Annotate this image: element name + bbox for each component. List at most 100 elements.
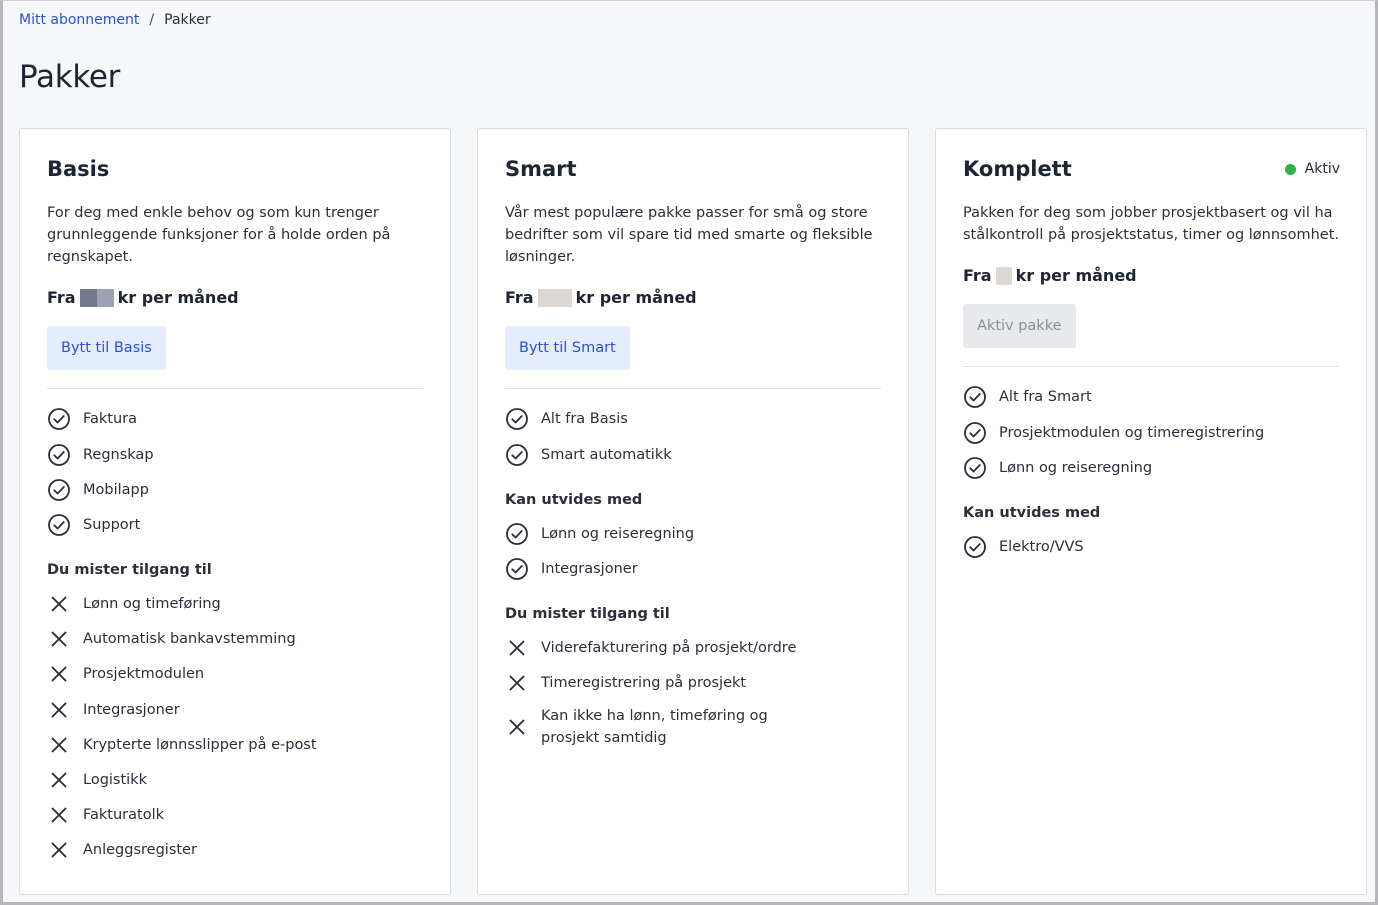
check-circle-icon xyxy=(48,514,70,536)
extend-label: Elektro/VVS xyxy=(999,539,1084,555)
lost-item: Lønn og timeføring xyxy=(47,592,427,616)
feature-item: Mobilapp xyxy=(47,478,427,502)
lost-item: Krypterte lønnsslipper på e-post xyxy=(47,733,427,757)
lost-item: Viderefakturering på prosjekt/ordre xyxy=(505,636,885,660)
feature-item: Faktura xyxy=(47,407,427,431)
check-circle-icon xyxy=(48,479,70,501)
extend-item: Elektro/VVS xyxy=(963,535,1343,559)
plan-card-smart: Smart Vår mest populære pakke passer for… xyxy=(477,128,909,895)
x-icon xyxy=(51,737,67,753)
lost-label: Prosjektmodulen xyxy=(83,666,205,682)
lost-access-heading: Du mister tilgang til xyxy=(505,606,670,622)
feature-item: Alt fra Smart xyxy=(963,385,1343,409)
check-circle-icon xyxy=(506,444,528,466)
extend-item: Integrasjoner xyxy=(505,557,885,581)
feature-label: Regnskap xyxy=(83,447,154,463)
divider xyxy=(47,388,423,389)
price-redacted xyxy=(79,288,114,307)
status-label: Aktiv xyxy=(1304,161,1340,177)
switch-to-basis-button[interactable]: Bytt til Basis xyxy=(47,326,166,370)
check-circle-icon xyxy=(506,523,528,545)
feature-label: Support xyxy=(83,517,141,533)
divider xyxy=(963,366,1339,367)
feature-label: Alt fra Basis xyxy=(541,411,628,427)
x-icon xyxy=(51,807,67,823)
feature-label: Prosjektmodulen og timeregistrering xyxy=(999,425,1265,441)
x-icon xyxy=(51,772,67,788)
lost-label: Viderefakturering på prosjekt/ordre xyxy=(541,640,797,656)
status-badge: Aktiv xyxy=(1284,161,1340,177)
x-icon xyxy=(51,666,67,682)
plan-card-komplett: Komplett Aktiv Pakken for deg som jobber… xyxy=(935,128,1367,895)
lost-label: Timeregistrering på prosjekt xyxy=(541,675,747,691)
plan-price: Fra kr per måned xyxy=(505,288,697,307)
app-window: Mitt abonnement / Pakker Pakker Basis Fo… xyxy=(0,0,1378,905)
lost-label: Logistikk xyxy=(83,772,147,788)
price-redacted xyxy=(537,288,572,307)
feature-label: Smart automatikk xyxy=(541,447,672,463)
x-icon xyxy=(51,702,67,718)
lost-label: Krypterte lønnsslipper på e-post xyxy=(83,737,317,753)
plan-price: Fra kr per måned xyxy=(47,288,239,307)
divider xyxy=(505,388,881,389)
check-circle-icon xyxy=(48,444,70,466)
extend-label: Integrasjoner xyxy=(541,561,638,577)
feature-item: Lønn og reiseregning xyxy=(963,456,1343,480)
x-icon xyxy=(51,631,67,647)
breadcrumb-link-subscription[interactable]: Mitt abonnement xyxy=(19,12,139,28)
check-circle-icon xyxy=(964,536,986,558)
switch-to-smart-button[interactable]: Bytt til Smart xyxy=(505,326,630,370)
plan-description: Vår mest populære pakke passer for små o… xyxy=(505,205,873,265)
check-circle-icon xyxy=(964,422,986,444)
lost-item: Automatisk bankavstemming xyxy=(47,627,427,651)
lost-item: Fakturatolk xyxy=(47,803,427,827)
price-prefix: Fra xyxy=(505,288,534,307)
feature-item: Prosjektmodulen og timeregistrering xyxy=(963,421,1343,445)
lost-item: Integrasjoner xyxy=(47,698,427,722)
lost-item: Kan ikke ha lønn, timeføring og prosjekt… xyxy=(505,705,805,749)
lost-access-heading: Du mister tilgang til xyxy=(47,562,212,578)
extend-label: Lønn og reiseregning xyxy=(541,526,695,542)
page-title: Pakker xyxy=(19,59,121,95)
plan-card-basis: Basis For deg med enkle behov og som kun… xyxy=(19,128,451,895)
check-circle-icon xyxy=(964,386,986,408)
feature-item: Alt fra Basis xyxy=(505,407,885,431)
feature-item: Regnskap xyxy=(47,443,427,467)
feature-item: Support xyxy=(47,513,427,537)
x-icon xyxy=(51,596,67,612)
plan-title: Basis xyxy=(47,157,110,181)
price-suffix: kr per måned xyxy=(117,288,239,307)
x-icon xyxy=(51,842,67,858)
plan-description: Pakken for deg som jobber prosjektbasert… xyxy=(963,205,1339,243)
lost-label: Automatisk bankavstemming xyxy=(83,631,296,647)
extend-heading: Kan utvides med xyxy=(505,492,643,508)
lost-item: Anleggsregister xyxy=(47,838,427,862)
lost-item: Logistikk xyxy=(47,768,427,792)
plan-title: Smart xyxy=(505,157,577,181)
feature-label: Mobilapp xyxy=(83,482,149,498)
breadcrumb-separator: / xyxy=(149,12,155,28)
feature-label: Lønn og reiseregning xyxy=(999,460,1153,476)
lost-label: Lønn og timeføring xyxy=(83,596,221,612)
lost-label: Kan ikke ha lønn, timeføring og prosjekt… xyxy=(541,708,768,746)
lost-item: Prosjektmodulen xyxy=(47,662,427,686)
x-icon xyxy=(509,675,525,691)
lost-label: Fakturatolk xyxy=(83,807,164,823)
plan-price: Fra kr per måned xyxy=(963,266,1137,285)
x-icon xyxy=(509,719,525,735)
active-plan-button[interactable]: Aktiv pakke xyxy=(963,304,1076,348)
feature-label: Faktura xyxy=(83,411,138,427)
check-circle-icon xyxy=(48,408,70,430)
check-circle-icon xyxy=(506,408,528,430)
feature-label: Alt fra Smart xyxy=(999,389,1092,405)
x-icon xyxy=(509,640,525,656)
extend-heading: Kan utvides med xyxy=(963,505,1101,521)
lost-label: Anleggsregister xyxy=(83,842,197,858)
check-circle-icon xyxy=(964,457,986,479)
plan-title: Komplett xyxy=(963,157,1072,181)
price-prefix: Fra xyxy=(963,266,992,285)
price-suffix: kr per måned xyxy=(575,288,697,307)
lost-item: Timeregistrering på prosjekt xyxy=(505,671,885,695)
breadcrumb-current: Pakker xyxy=(164,12,211,28)
check-circle-icon xyxy=(506,558,528,580)
